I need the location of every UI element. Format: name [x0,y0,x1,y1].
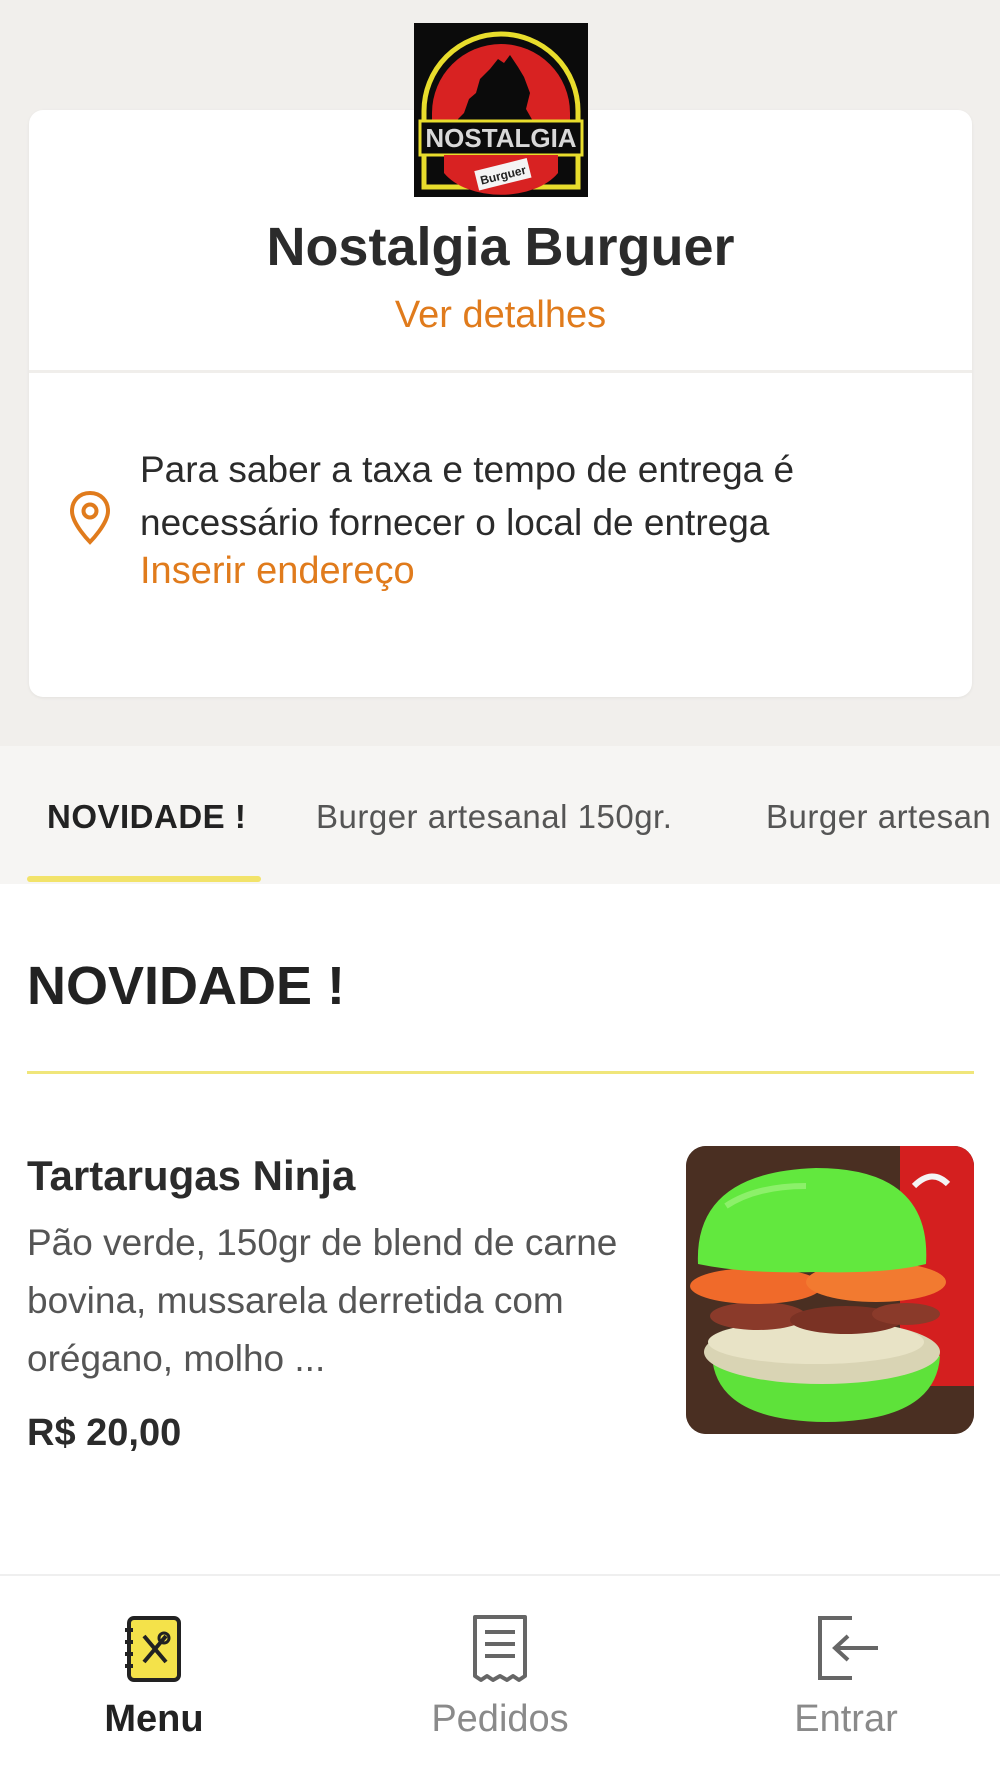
store-name: Nostalgia Burguer [266,217,735,277]
section-title: NOVIDADE ! [27,956,346,1016]
bottom-navigation: Menu Pedidos Entrar [0,1574,1000,1778]
product-name: Tartarugas Ninja [27,1152,356,1199]
product-image[interactable] [686,1146,974,1434]
nav-pedidos[interactable]: Pedidos [400,1612,600,1752]
nav-entrar[interactable]: Entrar [746,1612,946,1752]
insert-address-link[interactable]: Inserir endereço [140,550,415,593]
product-item[interactable]: Tartarugas Ninja Pão verde, 150gr de ble… [0,1140,1000,1460]
tab-novidade[interactable]: NOVIDADE ! [47,798,246,836]
logo-text: NOSTALGIA [425,123,576,153]
delivery-info-text: Para saber a taxa e tempo de entrega é n… [140,449,795,543]
location-pin-icon [68,490,112,546]
category-tabs: NOVIDADE ! Burger artesanal 150gr. Burge… [0,746,1000,884]
card-divider [29,370,972,373]
nav-pedidos-label: Pedidos [431,1698,569,1740]
login-icon [812,1612,880,1684]
active-tab-indicator [27,876,261,882]
tab-burger-artesanal-150gr[interactable]: Burger artesanal 150gr. [316,798,672,836]
tab-burger-artesanal[interactable]: Burger artesan [766,798,991,836]
section-divider [27,1071,974,1074]
menu-book-icon [120,1612,188,1684]
view-details-link[interactable]: Ver detalhes [29,294,972,337]
product-description: Pão verde, 150gr de blend de carne bovin… [27,1222,618,1379]
receipt-icon [466,1612,534,1684]
nav-menu[interactable]: Menu [54,1612,254,1752]
product-price: R$ 20,00 [27,1412,182,1454]
store-info-card: Nostalgia Burguer Ver detalhes Para sabe… [29,110,972,697]
store-logo: NOSTALGIA Burguer [414,23,588,197]
nav-menu-label: Menu [104,1698,204,1740]
nav-entrar-label: Entrar [794,1698,898,1740]
